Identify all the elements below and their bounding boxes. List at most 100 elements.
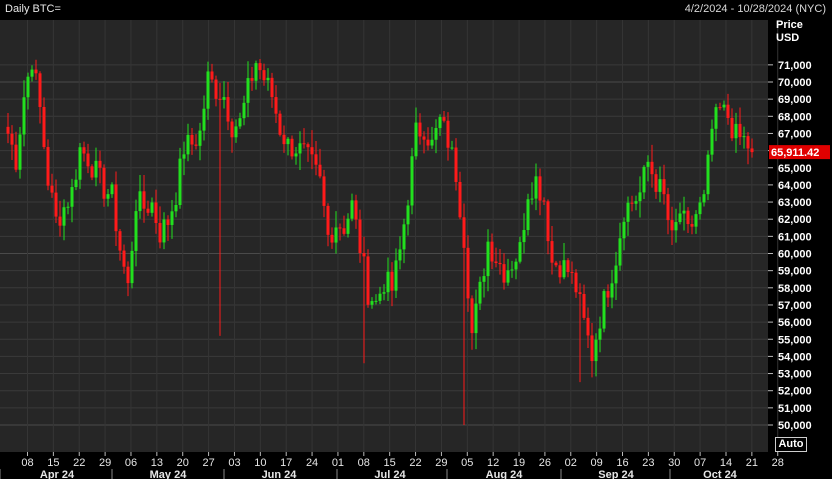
x-tick-label: 30 (668, 457, 680, 469)
candle-body (66, 206, 70, 208)
candle-body (674, 222, 678, 231)
candle-body (538, 176, 542, 201)
candlestick-chart[interactable]: 50,000 51,000 52,000 53,000 54,000 55,000 56,0… (0, 0, 832, 479)
y-tick-label: 59,000 (778, 266, 812, 278)
candle-body (166, 219, 170, 225)
candle-body (102, 167, 106, 199)
candle-body (278, 113, 282, 135)
y-tick-label: 70,000 (778, 77, 812, 89)
candle-body (282, 134, 286, 145)
candle-body (726, 104, 730, 118)
candle-body (382, 292, 386, 294)
candle-body (194, 144, 198, 146)
candle-body (370, 301, 374, 305)
candle-body (446, 120, 450, 148)
candle-body (74, 179, 78, 188)
candle-body (62, 207, 66, 226)
candle-body (118, 231, 122, 251)
candle-body (14, 144, 18, 170)
x-tick-label: 29 (435, 457, 447, 469)
candle-body (350, 200, 354, 219)
candle-body (94, 160, 98, 178)
candle-body (54, 192, 58, 217)
candle-body (266, 77, 270, 81)
candle-body (502, 264, 506, 283)
candle-body (490, 241, 494, 262)
y-tick-label: 68,000 (778, 111, 812, 123)
candle-body (374, 300, 378, 302)
candle-body (486, 241, 490, 277)
x-tick-label: 19 (513, 457, 525, 469)
candle-body (122, 250, 126, 267)
candle-body (734, 123, 738, 139)
y-tick-label: 67,000 (778, 128, 812, 140)
candle-body (346, 218, 350, 234)
candle-body (458, 181, 462, 218)
x-tick-label: 01 (332, 457, 344, 469)
candle-body (22, 97, 26, 135)
candle-body (682, 210, 686, 214)
candle-body (554, 262, 558, 266)
candle-body (702, 194, 706, 203)
candle-body (174, 205, 178, 212)
auto-scale-button[interactable]: Auto (775, 437, 807, 452)
candle-body (206, 71, 210, 109)
candle-body (310, 147, 314, 155)
y-tick-label: 54,000 (778, 351, 812, 363)
candle-body (710, 128, 714, 155)
candle-body (218, 98, 222, 100)
x-tick-label: 24 (306, 457, 318, 469)
candle-body (150, 202, 154, 213)
candle-body (614, 265, 618, 284)
x-tick-label: 09 (591, 457, 603, 469)
candle-body (178, 158, 182, 206)
x-tick-label: 22 (73, 457, 85, 469)
candle-body (474, 303, 478, 334)
y-tick-label: 53,000 (778, 369, 812, 381)
x-tick-label: 15 (47, 457, 59, 469)
candle-body (242, 102, 246, 119)
candle-body (366, 256, 370, 305)
candle-body (618, 238, 622, 266)
month-label: May 24 (150, 469, 188, 479)
y-tick-label: 52,000 (778, 386, 812, 398)
candle-body (246, 78, 250, 103)
candle-body (114, 184, 118, 232)
y-tick-label: 56,000 (778, 317, 812, 329)
candle-body (714, 107, 718, 129)
price-label: Price (776, 19, 803, 31)
candle-body (322, 176, 326, 206)
candle-body (202, 108, 206, 131)
candle-body (354, 200, 358, 220)
candle-body (454, 147, 458, 182)
candle-body (622, 221, 626, 239)
x-tick-label: 28 (772, 457, 784, 469)
candle-body (138, 191, 142, 212)
candle-body (378, 293, 382, 301)
candle-body (498, 262, 502, 265)
candle-body (42, 106, 46, 148)
candle-body (362, 253, 366, 257)
candle-body (434, 128, 438, 140)
candle-body (742, 136, 746, 138)
candle-body (518, 242, 522, 262)
y-tick-label: 55,000 (778, 334, 812, 346)
candle-body (134, 211, 138, 251)
candle-body (686, 210, 690, 225)
candle-body (406, 205, 410, 225)
candle-body (86, 153, 90, 167)
candle-body (26, 76, 30, 98)
currency-label: USD (776, 32, 800, 44)
candle-body (226, 97, 230, 122)
y-tick-label: 50,000 (778, 420, 812, 432)
candle-body (326, 205, 330, 235)
candle-body (306, 144, 310, 148)
candle-body (566, 260, 570, 272)
candle-body (730, 117, 734, 139)
candle-body (198, 130, 202, 146)
x-tick-label: 14 (720, 457, 732, 469)
candles (6, 58, 754, 425)
candle-body (146, 208, 150, 213)
candle-body (298, 143, 302, 154)
candle-body (210, 71, 214, 80)
